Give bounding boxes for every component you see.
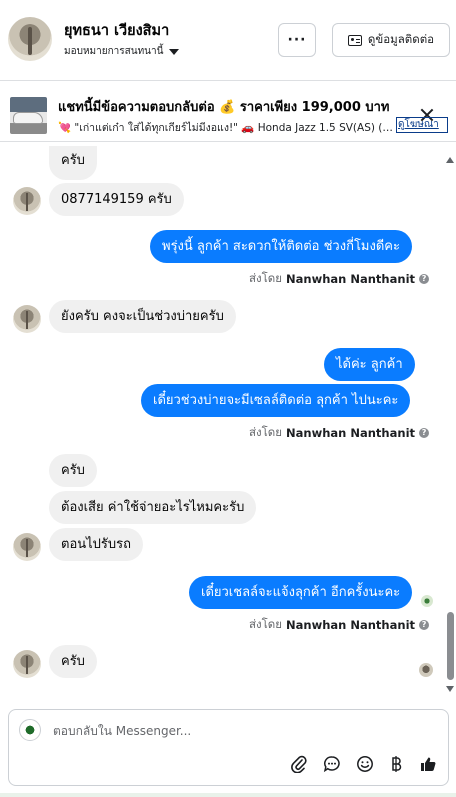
incoming-message[interactable]: ครับ — [49, 454, 97, 487]
more-options-button[interactable]: ··· — [278, 23, 316, 57]
outgoing-message[interactable]: เดี๋ยวเชลล์จะแจ้งลุกค้า อีกครั้งนะคะ — [189, 576, 413, 609]
contact-avatar-small — [13, 650, 41, 678]
info-icon[interactable]: ? — [419, 428, 430, 438]
sent-by-label: ส่งโดย Nanwhan Nanthanit ? — [249, 270, 430, 288]
contact-avatar-small — [13, 305, 41, 333]
scroll-up-arrow-icon[interactable] — [446, 157, 454, 163]
seen-avatar-icon — [419, 663, 433, 677]
baht-icon[interactable] — [385, 753, 407, 775]
scrollbar-thumb[interactable] — [447, 612, 454, 680]
ellipsis-icon: ··· — [287, 32, 307, 48]
page-avatar — [19, 719, 41, 741]
assign-conversation-dropdown[interactable]: มอบหมายการสนทนานี้ — [64, 44, 180, 59]
scroll-down-arrow-icon[interactable] — [446, 686, 454, 692]
seen-receipt-icon — [421, 595, 433, 607]
outgoing-message[interactable]: ได้ค่ะ ลูกค้า — [324, 348, 415, 381]
sent-by-label: ส่งโดย Nanwhan Nanthanit ? — [249, 616, 430, 634]
incoming-message[interactable]: 0877149159 ครับ — [49, 183, 184, 216]
info-icon[interactable]: ? — [419, 620, 430, 630]
bottom-strip — [0, 793, 456, 797]
sent-by-label: ส่งโดย Nanwhan Nanthanit ? — [249, 424, 430, 442]
contact-avatar-small — [13, 187, 41, 215]
caret-down-icon — [169, 48, 180, 55]
ad-description: 💘 "เก่าแต่เก๋า ใส่ได้ทุกเกียร์ไม่มีงอแง!… — [58, 122, 394, 134]
view-contact-info-button[interactable]: ดูข้อมูลติดต่อ — [332, 23, 450, 57]
reply-input[interactable] — [53, 722, 433, 740]
contact-avatar[interactable] — [8, 17, 52, 61]
contact-name[interactable]: ยุทธนา เวียงสิมา — [64, 19, 169, 42]
emoji-icon[interactable] — [354, 753, 376, 775]
incoming-message[interactable]: ตอนไปรับรถ — [49, 528, 144, 561]
chat-bubble-icon[interactable] — [321, 753, 343, 775]
conversation-header: ยุทธนา เวียงสิมา มอบหมายการสนทนานี้ ··· … — [0, 0, 456, 81]
ad-title: แชทนี้มีข้อความตอบกลับต่อ 💰 ราคาเพียง 19… — [58, 100, 390, 115]
reply-composer — [8, 709, 449, 786]
outgoing-message[interactable]: เดี๋ยวช่วงบ่ายจะมีเซลล์ติดต่อ ลุกค้า ไปน… — [141, 384, 411, 417]
id-card-icon — [347, 34, 362, 46]
incoming-message[interactable]: ครับ — [49, 146, 97, 180]
ad-thumbnail — [10, 97, 47, 134]
thumbs-up-icon[interactable] — [417, 753, 439, 775]
contact-avatar-small — [13, 533, 41, 561]
incoming-message[interactable]: ยังครับ คงจะเป็นช่วงบ่ายครับ — [49, 300, 236, 333]
assign-label: มอบหมายการสนทนานี้ — [64, 46, 164, 57]
incoming-message[interactable]: ครับ — [49, 645, 97, 678]
outgoing-message[interactable]: พรุ่งนี้ ลูกค้า สะดวกให้ติดต่อ ช่วงกี่โม… — [150, 230, 412, 263]
info-icon[interactable]: ? — [419, 274, 430, 284]
paperclip-icon[interactable] — [288, 753, 310, 775]
incoming-message[interactable]: ต้องเสีย ค่าใช้จ่ายอะไรไหมคะรับ — [49, 491, 257, 524]
messenger-conversation-panel: ยุทธนา เวียงสิมา มอบหมายการสนทนานี้ ··· … — [0, 0, 456, 797]
view-contact-info-label: ดูข้อมูลติดต่อ — [367, 32, 435, 46]
ad-referral-banner: แชทนี้มีข้อความตอบกลับต่อ 💰 ราคาเพียง 19… — [0, 82, 456, 142]
view-ad-link[interactable]: ดูโฆษณา — [396, 117, 448, 133]
